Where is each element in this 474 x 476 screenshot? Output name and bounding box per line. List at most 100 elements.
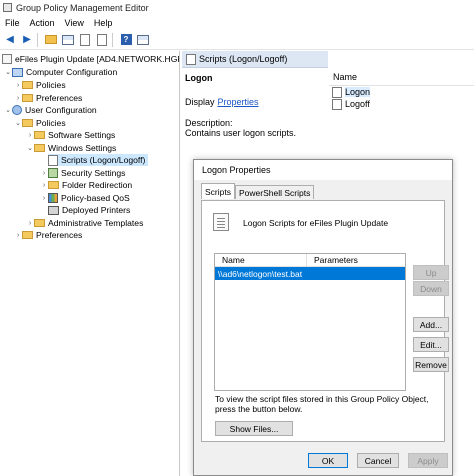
folder-icon [22,81,33,89]
properties-link[interactable]: Properties [218,97,259,107]
expand-caret-icon[interactable]: › [40,195,48,202]
menu-file[interactable]: File [0,18,25,28]
description-text: Contains user logon scripts. [185,128,297,138]
name-column-header[interactable]: Name [329,68,474,86]
export-list-icon[interactable] [95,33,109,47]
parameters-column-header[interactable]: Parameters [307,254,358,266]
up-folder-icon[interactable] [44,33,58,47]
display-label: Display [185,97,215,107]
tree-label: Preferences [36,93,83,103]
gpo-icon [2,54,12,64]
tree-item-root[interactable]: eFiles Plugin Update [AD4.NETWORK.HGF.C [2,53,179,65]
menu-bar: File Action View Help [0,15,474,30]
app-icon [3,3,12,12]
show-files-button[interactable]: Show Files... [215,421,293,436]
up-button[interactable]: Up [413,265,449,280]
expand-caret-icon[interactable]: › [40,170,48,177]
shield-icon [48,168,58,178]
console-icon[interactable] [136,33,150,47]
toolbar-separator [37,32,38,47]
tree-item-administrative-templates[interactable]: › Administrative Templates [26,217,144,229]
script-icon [332,98,342,110]
expand-caret-icon[interactable]: › [26,132,34,139]
expand-caret-icon[interactable]: › [14,95,22,102]
tab-powershell-scripts[interactable]: PowerShell Scripts [234,185,315,199]
folder-icon [48,181,59,189]
folder-icon [22,231,33,239]
cancel-button[interactable]: Cancel [357,453,399,468]
remove-button[interactable]: Remove [413,357,449,372]
tree-item-preferences[interactable]: › Preferences [14,92,83,104]
ok-button[interactable]: OK [308,453,348,468]
collapse-caret-icon[interactable]: ⌄ [4,68,12,76]
scripts-table[interactable]: Name Parameters \\ad6\netlogon\test.bat [214,253,406,391]
tree-item-scripts[interactable]: Scripts (Logon/Logoff) [48,154,149,166]
list-item-logon[interactable]: Logon [329,86,474,98]
scripts-list: Name Logon Logoff [329,68,474,158]
show-hide-tree-icon[interactable] [61,33,75,47]
tree-label: Preferences [36,230,83,240]
script-icon [186,53,196,65]
tree-label: Scripts (Logon/Logoff) [61,155,146,165]
scripts-tab-panel: Logon Scripts for eFiles Plugin Update N… [201,200,449,442]
tree-label: Administrative Templates [48,218,144,228]
folder-icon [34,131,45,139]
script-name-cell: \\ad6\netlogon\test.bat [218,268,303,279]
logon-properties-dialog: Logon Properties Scripts PowerShell Scri… [193,159,453,476]
tree-item-policy-qos[interactable]: › Policy-based QoS [40,192,130,204]
menu-help[interactable]: Help [89,18,118,28]
qos-chart-icon [48,193,58,203]
tree-item-policies[interactable]: › Policies [14,79,66,91]
tree-item-windows-settings[interactable]: ⌄ Windows Settings [26,142,116,154]
apply-button[interactable]: Apply [408,453,448,468]
tree-label: Software Settings [48,130,116,140]
collapse-caret-icon[interactable]: ⌄ [14,119,22,127]
list-item-logoff[interactable]: Logoff [329,98,474,110]
tree-item-user-configuration[interactable]: ⌄ User Configuration [4,104,97,116]
script-document-icon [213,213,229,231]
description-label: Description: [185,118,233,128]
tree-label: Folder Redirection [62,180,133,190]
name-column-header[interactable]: Name [215,254,307,266]
toolbar-separator [112,32,113,47]
menu-action[interactable]: Action [25,18,60,28]
window-title: Group Policy Management Editor [16,2,149,13]
expand-caret-icon[interactable]: › [14,232,22,239]
tree-item-deployed-printers[interactable]: Deployed Printers [48,204,130,216]
help-icon[interactable]: ? [119,33,133,47]
tree-item-security-settings[interactable]: › Security Settings [40,167,125,179]
table-row[interactable]: \\ad6\netlogon\test.bat [215,267,405,280]
tree-item-folder-redirection[interactable]: › Folder Redirection [40,179,132,191]
console-tree: eFiles Plugin Update [AD4.NETWORK.HGF.C … [0,51,180,476]
expand-caret-icon[interactable]: › [26,220,34,227]
dialog-tabs: Scripts PowerShell Scripts [201,183,315,199]
details-header-label: Scripts (Logon/Logoff) [199,54,288,64]
down-button[interactable]: Down [413,281,449,296]
collapse-caret-icon[interactable]: ⌄ [26,144,34,152]
tree-label: Policy-based QoS [61,193,130,203]
properties-icon[interactable] [78,33,92,47]
tree-item-policies[interactable]: ⌄ Policies [14,117,66,129]
menu-view[interactable]: View [60,18,89,28]
policy-title: Logon [185,73,213,83]
dialog-title: Logon Properties [194,160,452,180]
tab-scripts[interactable]: Scripts [201,183,235,199]
back-arrow-icon[interactable]: ◀ [3,33,17,47]
tree-item-software-settings[interactable]: › Software Settings [26,129,116,141]
expand-caret-icon[interactable]: › [40,182,48,189]
folder-icon [22,119,33,127]
title-bar: Group Policy Management Editor [0,0,474,15]
tree-item-computer-configuration[interactable]: ⌄ Computer Configuration [4,66,117,78]
folder-icon [34,219,45,227]
folder-icon [34,144,45,152]
add-button[interactable]: Add... [413,317,449,332]
tree-item-preferences[interactable]: › Preferences [14,229,83,241]
collapse-caret-icon[interactable]: ⌄ [4,106,12,114]
tree-label: Policies [36,80,66,90]
forward-arrow-icon[interactable]: ▶ [20,33,34,47]
table-header: Name Parameters [215,254,405,267]
computer-icon [12,67,23,77]
script-icon [332,86,342,98]
expand-caret-icon[interactable]: › [14,82,22,89]
edit-button[interactable]: Edit... [413,337,449,352]
